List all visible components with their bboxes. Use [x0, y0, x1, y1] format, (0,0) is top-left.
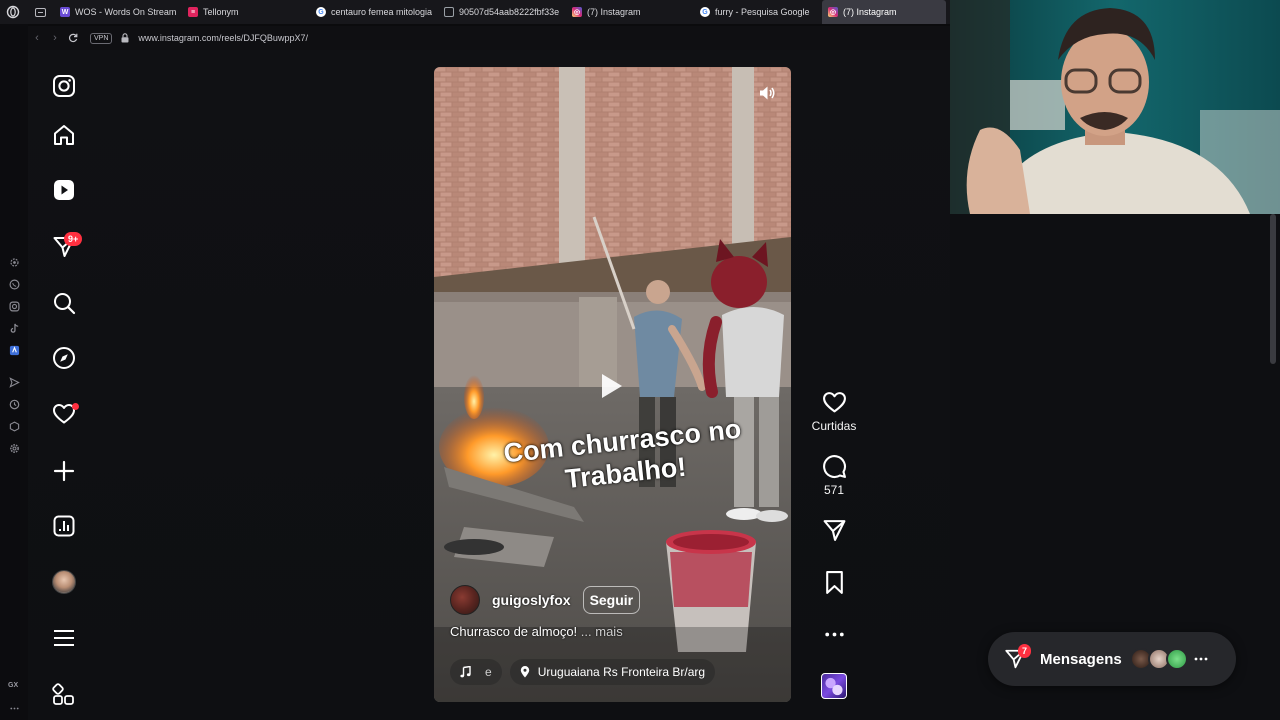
settings-gear-icon[interactable]: [6, 254, 22, 270]
like-action[interactable]: Curtidas: [807, 390, 861, 433]
messages-avatars: [1129, 648, 1188, 670]
history-clock-icon[interactable]: [6, 396, 22, 412]
tab-title: furry - Pesquisa Google: [715, 7, 810, 17]
more-dots-icon[interactable]: [1194, 657, 1208, 661]
address-bar: ‹ › VPN www.instagram.com/reels/DJFQBuwp…: [28, 26, 950, 50]
browser-tab-bar: W WOS - Words On Stream ≡ Tellonym G cen…: [0, 0, 950, 24]
browser-tab[interactable]: G furry - Pesquisa Google: [694, 0, 822, 24]
music-note-icon: [460, 666, 471, 678]
tab-title: 90507d54aab8222fbf33e: [459, 7, 560, 17]
notification-dot: [72, 403, 79, 410]
location-text: Uruguaiana Rs Fronteira Br/arg: [537, 665, 706, 679]
settings-icon[interactable]: [6, 440, 22, 456]
instagram-logo-icon[interactable]: [51, 73, 77, 99]
tab-title: (7) Instagram: [587, 7, 641, 17]
forward-arrow-icon[interactable]: ›: [46, 27, 64, 49]
tab-title: Tellonym: [203, 7, 239, 17]
browser-tab[interactable]: G centauro femea mitologia: [310, 0, 438, 24]
tab-title: WOS - Words On Stream: [75, 7, 176, 17]
webcam-feed: [950, 0, 1280, 214]
instagram-favicon-icon: ◎: [572, 7, 582, 17]
vpn-badge[interactable]: VPN: [90, 32, 113, 44]
profile-nav-item[interactable]: [51, 569, 77, 595]
home-icon[interactable]: [51, 122, 77, 148]
gx-label[interactable]: GX: [8, 682, 18, 689]
tab-overview-icon[interactable]: [26, 0, 54, 24]
comment-bubble-icon[interactable]: [822, 454, 847, 479]
explore-compass-icon[interactable]: [51, 345, 77, 371]
also-from-meta-icon[interactable]: [51, 682, 77, 708]
whatsapp-icon[interactable]: [6, 276, 22, 292]
author-username[interactable]: guigoslyfox: [492, 592, 571, 608]
more-horizontal-icon[interactable]: [822, 622, 847, 647]
tab-title: centauro femea mitologia: [331, 7, 432, 17]
browser-tab-active[interactable]: ◎ (7) Instagram: [822, 0, 946, 24]
profile-avatar: [52, 570, 76, 594]
browser-tab[interactable]: ◎ (7) Instagram: [566, 0, 694, 24]
caption-text: Churrasco de almoço!: [450, 624, 578, 639]
conversation-avatar[interactable]: [1165, 648, 1188, 670]
audio-thumbnail[interactable]: [821, 673, 847, 699]
more-options-action[interactable]: [807, 622, 861, 647]
messages-label: Mensagens: [1040, 650, 1122, 668]
original-audio-action[interactable]: [807, 673, 861, 699]
browser-tab[interactable]: ≡ Tellonym: [182, 0, 310, 24]
location-pill[interactable]: Uruguaiana Rs Fronteira Br/arg: [509, 659, 716, 685]
instagram-page: 9+ Com churrasco no Trabalho! guigoslyfo…: [28, 50, 1245, 720]
mute-speaker-icon[interactable]: [755, 81, 779, 105]
google-favicon-icon: G: [316, 7, 326, 17]
reel-author: guigoslyfox Seguir: [450, 585, 641, 615]
reel-caption: Churrasco de almoço! ... mais: [450, 624, 623, 639]
play-icon[interactable]: [600, 372, 624, 400]
screen: W WOS - Words On Stream ≡ Tellonym G cen…: [0, 0, 1280, 720]
more-dots-icon[interactable]: [6, 700, 22, 716]
audio-pill[interactable]: e: [450, 659, 502, 685]
share-action[interactable]: [807, 518, 861, 543]
tiktok-icon[interactable]: [6, 320, 22, 336]
reels-icon[interactable]: [51, 177, 77, 203]
more-link[interactable]: ... mais: [581, 624, 623, 639]
wos-favicon-icon: W: [60, 7, 70, 17]
send-icon[interactable]: [6, 374, 22, 390]
lock-icon[interactable]: [118, 33, 132, 43]
author-avatar[interactable]: [450, 585, 480, 615]
heart-icon[interactable]: [822, 390, 847, 415]
scrollbar[interactable]: [1270, 214, 1276, 364]
document-favicon-icon: [444, 7, 454, 17]
comments-count[interactable]: 571: [824, 483, 844, 497]
follow-button[interactable]: Seguir: [582, 586, 641, 614]
browser-tab[interactable]: 90507d54aab8222fbf33e: [438, 0, 566, 24]
comment-action[interactable]: 571: [807, 454, 861, 497]
reel-meta-row: e Uruguaiana Rs Fronteira Br/arg: [450, 659, 716, 685]
webcam-overlay: [950, 0, 1280, 214]
location-pin-icon: [520, 666, 529, 678]
tab-title: (7) Instagram: [843, 7, 897, 17]
cube-icon[interactable]: [6, 418, 22, 434]
save-action[interactable]: [807, 570, 861, 595]
create-plus-icon[interactable]: [51, 458, 77, 484]
instagram-icon[interactable]: [6, 298, 22, 314]
messages-button[interactable]: Mensagens: [988, 632, 1236, 686]
google-favicon-icon: G: [700, 7, 710, 17]
reload-icon[interactable]: [64, 27, 82, 49]
bookmark-icon[interactable]: [822, 570, 847, 595]
messages-badge: 7: [1018, 644, 1032, 658]
audio-text: e: [485, 665, 492, 679]
share-send-icon[interactable]: [822, 518, 847, 543]
menu-hamburger-icon[interactable]: [51, 625, 77, 651]
notifications-badge: 9+: [64, 232, 83, 246]
tellonym-favicon-icon: ≡: [188, 7, 198, 17]
extension-icon[interactable]: [6, 342, 22, 358]
dashboard-chart-icon[interactable]: [51, 513, 77, 539]
back-arrow-icon[interactable]: ‹: [28, 27, 46, 49]
opera-sidebar: GX: [0, 24, 28, 720]
browser-tab[interactable]: W WOS - Words On Stream: [54, 0, 182, 24]
reel-video[interactable]: Com churrasco no Trabalho! guigoslyfox S…: [434, 67, 791, 702]
url-field[interactable]: www.instagram.com/reels/DJFQBuwppX7/: [138, 33, 308, 43]
search-icon[interactable]: [51, 290, 77, 316]
opera-gx-logo-icon[interactable]: [0, 0, 26, 24]
audio-art-icon: [825, 677, 843, 695]
instagram-favicon-icon: ◎: [828, 7, 838, 17]
likes-label[interactable]: Curtidas: [812, 419, 857, 433]
